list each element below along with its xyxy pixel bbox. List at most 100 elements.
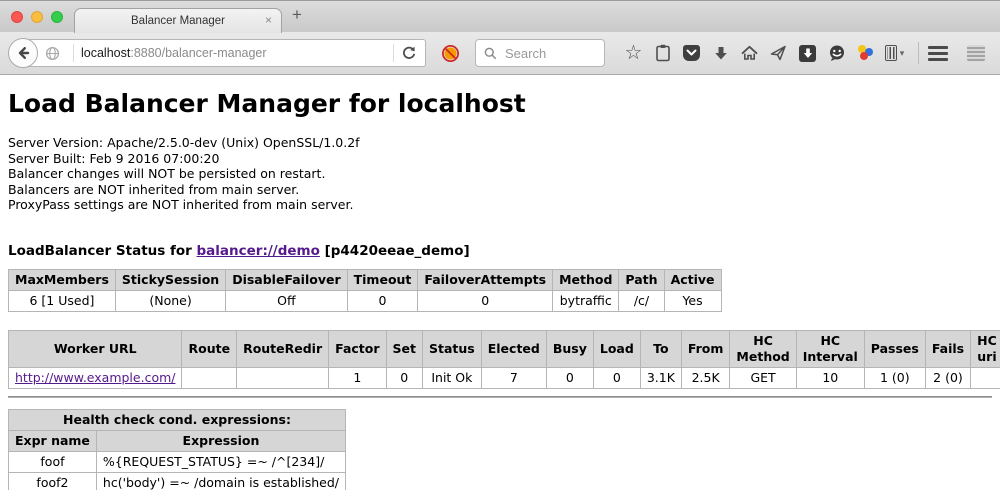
back-icon: [15, 45, 31, 61]
extension-download-icon: [799, 45, 816, 62]
fails-value: 2 (0): [925, 368, 970, 389]
url-host: localhost: [81, 46, 130, 60]
status-heading-prefix: LoadBalancer Status for: [8, 243, 197, 259]
expr-name-value: foof2: [9, 473, 97, 491]
close-window-button[interactable]: [11, 11, 23, 23]
col-hc-uri: HC uri: [971, 331, 1000, 368]
browser-window: Balancer Manager × + localhost:8880/bala…: [0, 0, 1000, 491]
search-icon: [484, 47, 497, 60]
load-value: 0: [593, 368, 640, 389]
page-content: Load Balancer Manager for localhost Serv…: [0, 75, 1000, 490]
reload-button[interactable]: [401, 45, 417, 61]
page-title: Load Balancer Manager for localhost: [8, 89, 992, 118]
zoom-window-button[interactable]: [51, 11, 63, 23]
toolbar-divider: [918, 42, 919, 64]
col-factor: Factor: [329, 331, 386, 368]
extension-download-button[interactable]: [793, 38, 822, 68]
archive-extension-button[interactable]: ▾: [880, 38, 909, 68]
globe-icon: [45, 46, 60, 61]
dropdown-caret-icon[interactable]: ▾: [900, 48, 905, 59]
hc-uri-value: [971, 368, 1000, 389]
paper-plane-icon: [770, 45, 787, 61]
hc-method-value: GET: [730, 368, 796, 389]
pocket-icon: [683, 45, 700, 61]
method-value: bytraffic: [553, 291, 619, 312]
tab-title: Balancer Manager: [131, 15, 225, 27]
proxypass-notice-line: ProxyPass settings are NOT inherited fro…: [8, 197, 992, 213]
stickysession-value: (None): [115, 291, 225, 312]
download-arrow-icon: [713, 46, 729, 61]
bookmark-star-button[interactable]: ☆: [619, 38, 648, 68]
menu-button[interactable]: [928, 46, 948, 61]
chat-extension-button[interactable]: [822, 38, 851, 68]
elected-value: 7: [481, 368, 546, 389]
route-value: [182, 368, 237, 389]
reading-list-button[interactable]: [648, 38, 677, 68]
table-header-row: Worker URL Route RouteRedir Factor Set S…: [9, 331, 1000, 368]
col-expression: Expression: [96, 431, 345, 452]
downloads-button[interactable]: [706, 38, 735, 68]
set-value: 0: [386, 368, 422, 389]
search-bar[interactable]: [475, 39, 605, 67]
urlbar-divider: [73, 44, 74, 62]
expr-name-value: foof: [9, 452, 97, 473]
from-value: 2.5K: [681, 368, 730, 389]
pocket-button[interactable]: [677, 38, 706, 68]
expression-value: %{REQUEST_STATUS} =~ /^[234]/: [96, 452, 345, 473]
bookmark-star-icon: ☆: [625, 43, 643, 63]
archive-battery-icon: [885, 45, 897, 61]
passes-value: 1 (0): [864, 368, 925, 389]
col-active: Active: [664, 270, 721, 291]
col-status: Status: [423, 331, 482, 368]
balancer-demo-link[interactable]: balancer://demo: [197, 243, 320, 259]
search-input[interactable]: [503, 45, 593, 62]
reload-icon: [401, 45, 417, 61]
active-value: Yes: [664, 291, 721, 312]
colored-dots-extension-button[interactable]: [851, 38, 880, 68]
urlbar-divider-right: [393, 44, 394, 62]
col-path: Path: [619, 270, 664, 291]
worker-row: http://www.example.com/ 1 0 Init Ok 7 0 …: [9, 368, 1000, 389]
section-divider: [8, 396, 992, 398]
failoverattempts-value: 0: [418, 291, 553, 312]
tab-balancer-manager[interactable]: Balancer Manager ×: [74, 8, 282, 33]
blocked-plugin-icon: [441, 44, 460, 63]
col-expr-name: Expr name: [9, 431, 97, 452]
tiles-grid-icon[interactable]: [967, 45, 985, 61]
expression-value: hc('body') =~ /domain is established/: [96, 473, 345, 491]
persist-notice-line: Balancer changes will NOT be persisted o…: [8, 166, 992, 182]
maxmembers-value: 6 [1 Used]: [9, 291, 116, 312]
factor-value: 1: [329, 368, 386, 389]
status-heading-suffix: [p4420eeae_demo]: [320, 243, 470, 259]
clipboard-icon: [655, 44, 671, 62]
url-bar[interactable]: localhost:8880/balancer-manager: [22, 39, 426, 67]
health-check-table: Health check cond. expressions: Expr nam…: [8, 409, 346, 490]
navigation-toolbar: localhost:8880/balancer-manager: [0, 32, 1000, 75]
col-load: Load: [593, 331, 640, 368]
timeout-value: 0: [347, 291, 418, 312]
col-routeredir: RouteRedir: [237, 331, 329, 368]
col-method: Method: [553, 270, 619, 291]
col-maxmembers: MaxMembers: [9, 270, 116, 291]
health-table-title: Health check cond. expressions:: [9, 410, 346, 431]
home-button[interactable]: [735, 38, 764, 68]
back-button[interactable]: [8, 38, 38, 68]
busy-value: 0: [546, 368, 593, 389]
col-disablefailover: DisableFailover: [226, 270, 347, 291]
window-controls: [11, 11, 63, 23]
loadbalancer-status-heading: LoadBalancer Status for balancer://demo …: [8, 244, 992, 260]
flashblock-button[interactable]: [441, 44, 460, 63]
tab-close-icon[interactable]: ×: [265, 13, 272, 27]
url-path: :8880/balancer-manager: [130, 46, 266, 60]
col-timeout: Timeout: [347, 270, 418, 291]
smiley-icon: [828, 44, 846, 62]
balancer-settings-table: MaxMembers StickySession DisableFailover…: [8, 269, 722, 312]
toolbar-icons: ☆: [619, 38, 985, 68]
tab-strip: Balancer Manager × +: [0, 0, 1000, 32]
minimize-window-button[interactable]: [31, 11, 43, 23]
new-tab-button[interactable]: +: [292, 5, 302, 25]
worker-url-link[interactable]: http://www.example.com/: [15, 370, 175, 385]
send-tab-button[interactable]: [764, 38, 793, 68]
col-busy: Busy: [546, 331, 593, 368]
routeredir-value: [237, 368, 329, 389]
